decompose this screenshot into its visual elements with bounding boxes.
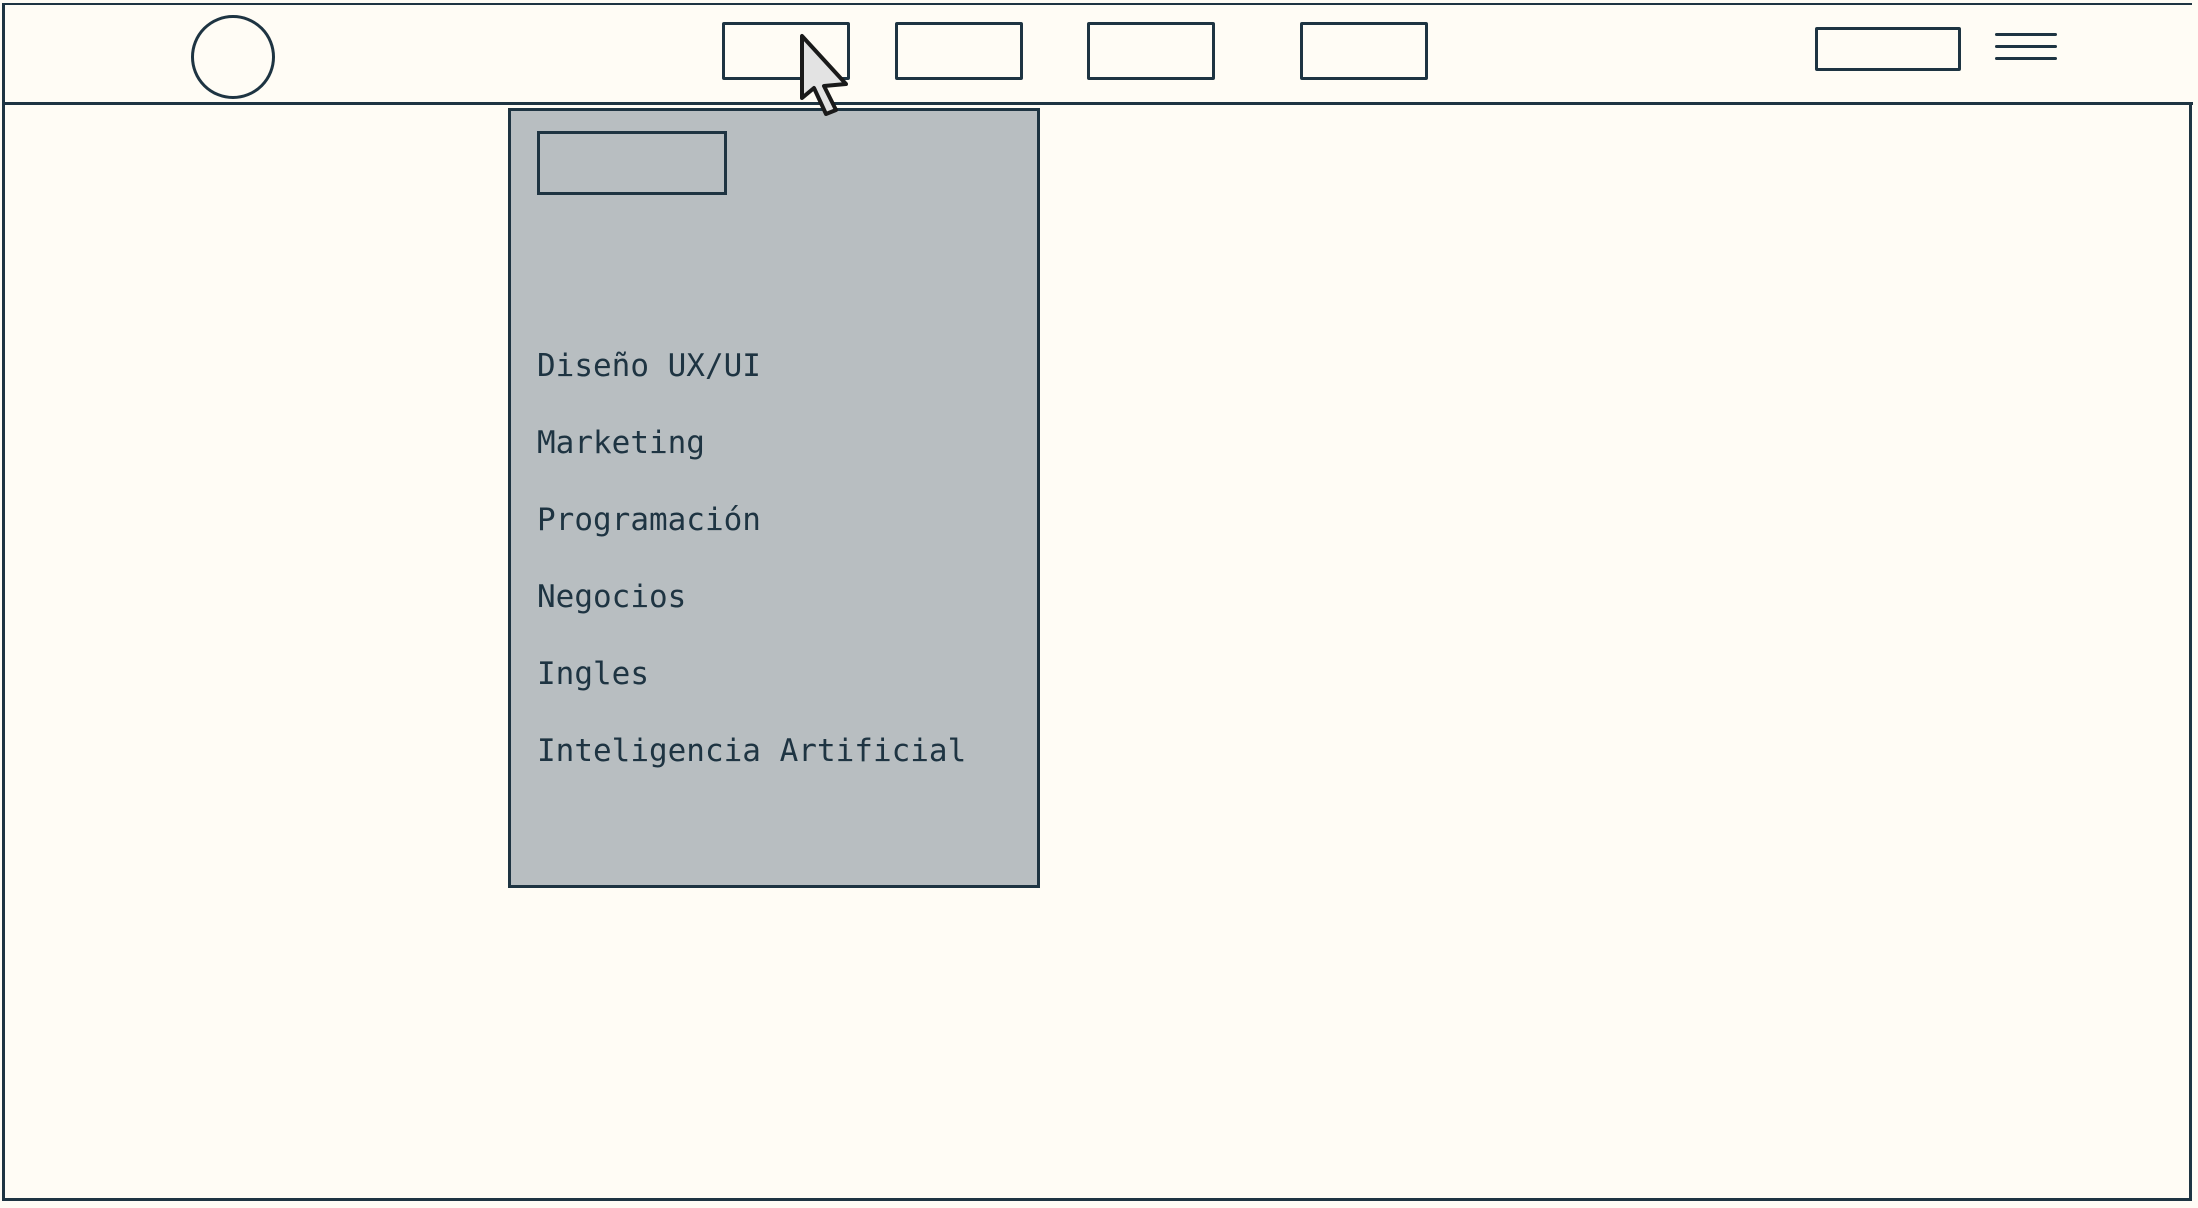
menu-item-ingles[interactable]: Ingles	[537, 654, 966, 731]
menu-item-programacion[interactable]: Programación	[537, 500, 966, 577]
mouse-pointer-icon	[800, 34, 848, 116]
menu-item-marketing[interactable]: Marketing	[537, 423, 966, 500]
hamburger-menu-icon[interactable]	[1995, 33, 2057, 67]
nav-button-4[interactable]	[1300, 22, 1428, 80]
menu-item-negocios[interactable]: Negocios	[537, 577, 966, 654]
login-button[interactable]	[1815, 27, 1961, 71]
dropdown-menu-list: Diseño UX/UI Marketing Programación Nego…	[537, 346, 966, 808]
menu-item-inteligencia-artificial[interactable]: Inteligencia Artificial	[537, 731, 966, 808]
logo-icon[interactable]	[191, 15, 275, 99]
nav-button-2[interactable]	[895, 22, 1023, 80]
nav-button-3[interactable]	[1087, 22, 1215, 80]
menu-item-diseno-ux-ui[interactable]: Diseño UX/UI	[537, 346, 966, 423]
browser-window	[2, 3, 2192, 1201]
dropdown-header-placeholder	[537, 131, 727, 195]
courses-dropdown-menu: Diseño UX/UI Marketing Programación Nego…	[508, 108, 1040, 888]
top-navbar	[5, 5, 2193, 105]
